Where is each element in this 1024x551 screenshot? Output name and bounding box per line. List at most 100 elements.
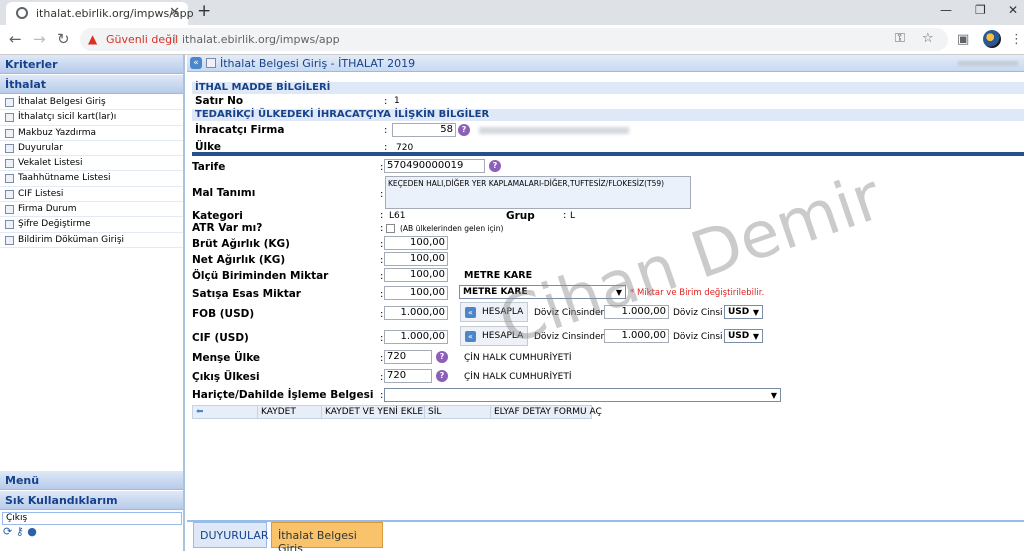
mal-tanimi-textarea[interactable]: KEÇEDEN HALI,DİĞER YER KAPLAMALARI-DİĞER… bbox=[385, 176, 691, 209]
chevron-down-icon: ▼ bbox=[770, 391, 777, 400]
url-text[interactable]: ithalat.ebirlik.org/impws/app bbox=[182, 33, 340, 46]
left-sidebar: Kriterler İthalat İthalat Belgesi Giriş … bbox=[0, 55, 185, 551]
sidebar-kriterler[interactable]: Kriterler bbox=[0, 55, 183, 74]
sidebar-ithalat[interactable]: İthalat bbox=[0, 75, 183, 94]
menu-dots-icon[interactable]: ⋮ bbox=[1010, 32, 1023, 47]
warning-icon: ▲ bbox=[88, 32, 98, 46]
atr-checkbox[interactable] bbox=[386, 224, 395, 233]
satir-no-label: Satır No bbox=[195, 95, 244, 107]
tarife-input[interactable]: 570490000019 bbox=[384, 159, 485, 173]
kategori-label: Kategori bbox=[192, 210, 243, 222]
satis-input[interactable]: 100,00 bbox=[384, 286, 448, 300]
document-icon bbox=[5, 159, 14, 169]
cif-doviz-input[interactable]: 1.000,00 bbox=[604, 329, 669, 343]
cif-currency-select[interactable]: USD ▼ bbox=[724, 329, 763, 343]
sidebar-menu-list: İthalat Belgesi Giriş İthalatçı sicil ka… bbox=[0, 95, 183, 248]
page-title: İthalat Belgesi Giriş - İTHALAT 2019 bbox=[220, 57, 416, 70]
sidebar-item[interactable]: Vekalet Listesi bbox=[0, 156, 183, 172]
profile-avatar[interactable] bbox=[983, 30, 1001, 48]
sidebar-item[interactable]: Taahhütname Listesi bbox=[0, 171, 183, 187]
fob-input[interactable]: 1.000,00 bbox=[384, 306, 448, 320]
kaydet-yeni-ekle-button[interactable]: KAYDET VE YENİ EKLE bbox=[322, 406, 425, 418]
colon: : bbox=[380, 239, 384, 250]
sidebar-favorites[interactable]: Sık Kullandıklarım bbox=[0, 491, 183, 510]
back-arrow-icon[interactable]: ⬅ bbox=[193, 406, 258, 418]
grup-label: Grup bbox=[506, 210, 535, 222]
firm-name-blurred bbox=[479, 127, 629, 134]
tab-ithalat-belgesi-giris[interactable]: İthalat Belgesi Giriş bbox=[271, 522, 383, 551]
grup-value: L bbox=[570, 211, 576, 221]
fob-doviz-cinsi-label: Döviz Cinsi : bbox=[673, 308, 729, 318]
brut-input[interactable]: 100,00 bbox=[384, 236, 448, 250]
address-bar[interactable]: ▲ Güvenli değil | ithalat.ebirlik.org/im… bbox=[80, 28, 948, 51]
section-divider bbox=[192, 152, 1024, 156]
elyaf-detay-button[interactable]: ELYAF DETAY FORMU AÇ bbox=[491, 406, 602, 418]
sidebar-menu[interactable]: Menü bbox=[0, 471, 183, 490]
restore-icon[interactable]: ❐ bbox=[975, 3, 986, 17]
star-icon[interactable]: ☆ bbox=[922, 31, 934, 46]
logout-link[interactable]: Çıkış bbox=[2, 512, 182, 525]
collapse-icon[interactable]: « bbox=[190, 57, 202, 69]
sidebar-item[interactable]: Duyurular bbox=[0, 141, 183, 157]
key-icon[interactable]: ⚿ bbox=[895, 31, 905, 46]
sidebar-item-label: CIF Listesi bbox=[18, 188, 64, 199]
atr-note: (AB ülkelerinden gelen için) bbox=[400, 224, 504, 233]
chevron-down-icon: ▼ bbox=[752, 332, 759, 341]
sidebar-item[interactable]: İthalat Belgesi Giriş bbox=[0, 95, 183, 111]
sidebar-item[interactable]: Makbuz Yazdırma bbox=[0, 126, 183, 141]
colon: : bbox=[380, 390, 384, 401]
satir-no-value: 1 bbox=[394, 96, 400, 106]
document-icon bbox=[5, 143, 14, 153]
harice-select[interactable]: ▼ bbox=[384, 388, 781, 402]
new-tab-icon[interactable]: + bbox=[197, 1, 211, 21]
olcu-input[interactable]: 100,00 bbox=[384, 268, 448, 282]
user-info-blurred bbox=[958, 61, 1018, 66]
browser-tab[interactable]: ithalat.ebirlik.org/impws/app ✕ bbox=[6, 2, 194, 25]
search-help-icon[interactable]: ? bbox=[436, 351, 448, 363]
document-icon bbox=[5, 189, 14, 199]
search-help-icon[interactable]: ? bbox=[458, 124, 470, 136]
colon: : bbox=[380, 289, 384, 300]
sidebar-item-label: Duyurular bbox=[18, 142, 63, 153]
browser-tabstrip: ithalat.ebirlik.org/impws/app ✕ + — ❐ ✕ bbox=[0, 0, 1024, 25]
colon: : bbox=[380, 223, 384, 234]
close-tab-icon[interactable]: ✕ bbox=[169, 5, 180, 20]
sidebar-item[interactable]: Firma Durum bbox=[0, 202, 183, 218]
net-input[interactable]: 100,00 bbox=[384, 252, 448, 266]
security-warning[interactable]: Güvenli değil bbox=[106, 33, 178, 46]
sidebar-item[interactable]: İthalatçı sicil kart(lar)ı bbox=[0, 110, 183, 126]
globe-icon[interactable]: ● bbox=[27, 525, 37, 538]
mense-input[interactable]: 720 bbox=[384, 350, 432, 364]
sidebar-item-label: Makbuz Yazdırma bbox=[18, 127, 97, 138]
sil-button[interactable]: SİL bbox=[425, 406, 491, 418]
key-icon[interactable]: ⚷ bbox=[16, 525, 24, 538]
back-icon[interactable]: ← bbox=[9, 30, 22, 48]
reload-icon[interactable]: ↻ bbox=[57, 30, 70, 48]
kaydet-button[interactable]: KAYDET bbox=[258, 406, 322, 418]
fob-currency-select[interactable]: USD ▼ bbox=[724, 305, 763, 319]
forward-icon[interactable]: → bbox=[33, 30, 46, 48]
search-help-icon[interactable]: ? bbox=[436, 370, 448, 382]
sidebar-item[interactable]: Bildirim Döküman Girişi bbox=[0, 233, 183, 248]
cikis-ulkesi-input[interactable]: 720 bbox=[384, 369, 432, 383]
sidebar-item[interactable]: CIF Listesi bbox=[0, 187, 183, 203]
browser-navbar: ← → ↻ ▲ Güvenli değil | ithalat.ebirlik.… bbox=[0, 25, 1024, 55]
colon: : bbox=[380, 372, 384, 383]
harice-label: Hariçte/Dahilde İşleme Belgesi bbox=[192, 389, 374, 401]
cikis-ulkesi-name: ÇİN HALK CUMHURİYETİ bbox=[464, 372, 572, 382]
colon: : bbox=[380, 162, 384, 173]
sidebar-item[interactable]: Şifre Değiştirme bbox=[0, 217, 183, 233]
tarife-label: Tarife bbox=[192, 161, 226, 173]
cif-input[interactable]: 1.000,00 bbox=[384, 330, 448, 344]
extension-icon[interactable]: ▣ bbox=[957, 32, 969, 47]
minimize-icon[interactable]: — bbox=[940, 3, 952, 17]
close-window-icon[interactable]: ✕ bbox=[1008, 3, 1018, 17]
calculate-icon: « bbox=[465, 307, 476, 318]
tab-duyurular[interactable]: DUYURULAR bbox=[193, 522, 269, 548]
kategori-value: L61 bbox=[389, 211, 406, 221]
search-help-icon[interactable]: ? bbox=[489, 160, 501, 172]
ihracatci-input[interactable]: 58 bbox=[392, 123, 456, 137]
colon: : bbox=[563, 210, 567, 221]
section-tedarikci: TEDARİKÇİ ÜLKEDEKİ İHRACATÇIYA İLİŞKİN B… bbox=[192, 109, 1024, 121]
refresh-icon[interactable]: ⟳ bbox=[3, 525, 12, 538]
